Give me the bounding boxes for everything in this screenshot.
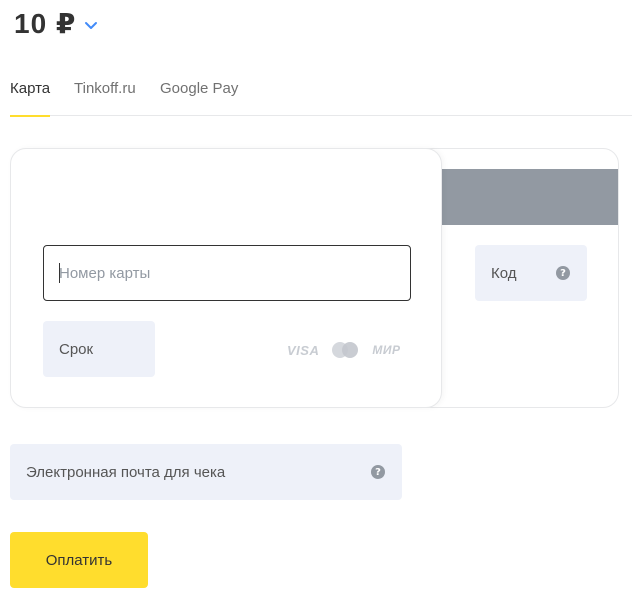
cvc-label: Код (491, 264, 517, 282)
tab-google-pay-label: Google Pay (160, 80, 239, 97)
tab-tinkoff[interactable]: Tinkoff.ru (74, 80, 136, 116)
tab-tinkoff-label: Tinkoff.ru (74, 80, 136, 97)
pay-button[interactable]: Оплатить (10, 532, 148, 588)
mastercard-logo-icon (332, 342, 359, 358)
cvc-help-icon[interactable]: ? (556, 266, 570, 280)
text-caret (59, 263, 60, 283)
mir-logo-icon: МИР (372, 343, 401, 357)
payment-system-logos: VISA МИР (287, 341, 400, 359)
tab-active-indicator (10, 115, 50, 117)
tab-google-pay[interactable]: Google Pay (160, 80, 238, 116)
receipt-email-label: Электронная почта для чека (26, 463, 226, 481)
payment-method-tabs: Карта Tinkoff.ru Google Pay (10, 72, 632, 117)
cvc-field[interactable]: Код ? (475, 245, 587, 301)
tab-card[interactable]: Карта (10, 80, 51, 117)
receipt-email-field[interactable]: Электронная почта для чека ? (10, 444, 402, 500)
tab-card-label: Карта (10, 80, 51, 97)
payment-amount: 10 ₽ (14, 7, 77, 39)
email-help-icon[interactable]: ? (371, 465, 385, 479)
visa-logo-icon: VISA (287, 342, 320, 358)
expiry-label: Срок (59, 340, 94, 358)
chevron-down-icon[interactable] (84, 18, 98, 32)
card-number-input[interactable] (43, 245, 411, 301)
expiry-field[interactable]: Срок (43, 321, 155, 377)
amount-selector[interactable]: 10 ₽ (14, 6, 98, 40)
card-front: Срок VISA МИР (10, 148, 442, 408)
